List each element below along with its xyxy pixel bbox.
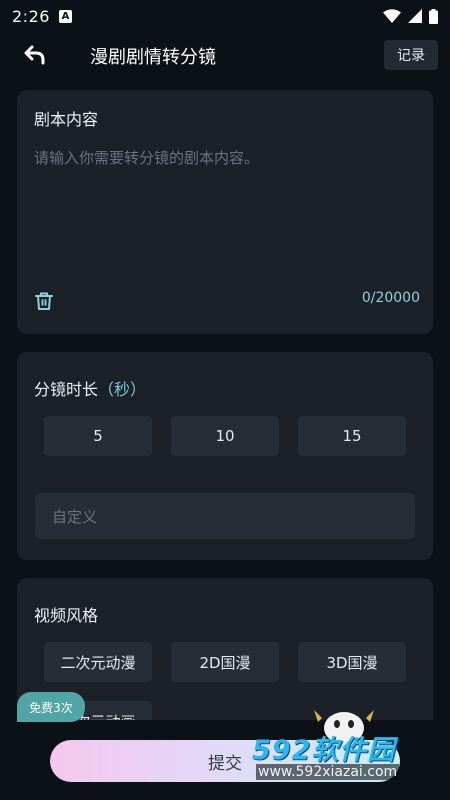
duration-card: 分镜时长（秒） 5 10 15 自定义 <box>17 352 433 560</box>
clear-button[interactable] <box>34 291 54 311</box>
char-count: 0/20000 <box>361 290 420 306</box>
duration-option-5[interactable]: 5 <box>44 416 152 456</box>
wifi-icon <box>383 9 401 23</box>
duration-option-10[interactable]: 10 <box>171 416 279 456</box>
script-title: 剧本内容 <box>34 110 99 129</box>
battery-icon <box>429 8 438 24</box>
watermark-brand: 592软件园 <box>252 735 396 766</box>
status-bar: 2:26 A <box>0 0 450 32</box>
notification-icon: A <box>58 9 72 23</box>
script-input[interactable]: 请输入你需要转分镜的剧本内容。 <box>34 147 414 168</box>
duration-unit: （秒） <box>98 380 147 399</box>
style-option-2d-guoman[interactable]: 2D国漫 <box>171 642 279 682</box>
duration-option-15[interactable]: 15 <box>298 416 406 456</box>
status-icons <box>383 8 438 24</box>
app-header: 漫剧剧情转分镜 记录 <box>0 32 450 78</box>
trash-icon <box>35 292 53 310</box>
page-title: 漫剧剧情转分镜 <box>90 47 216 68</box>
style-title: 视频风格 <box>34 606 99 625</box>
style-option-anime[interactable]: 二次元动漫 <box>44 642 152 682</box>
custom-duration-input[interactable]: 自定义 <box>35 493 415 539</box>
back-button[interactable] <box>22 42 48 68</box>
signal-icon <box>408 9 422 23</box>
watermark-url: www.592xiazai.com <box>256 764 400 780</box>
status-time: 2:26 <box>12 6 50 26</box>
back-arrow-icon <box>24 45 45 65</box>
watermark: 592软件园 www.592xiazai.com <box>252 728 448 788</box>
style-option-3d-guoman[interactable]: 3D国漫 <box>298 642 406 682</box>
duration-title-text: 分镜时长 <box>34 380 99 399</box>
script-card: 剧本内容 请输入你需要转分镜的剧本内容。 0/20000 <box>17 90 433 334</box>
free-uses-badge: 免费3次 <box>17 692 85 722</box>
duration-title: 分镜时长（秒） <box>34 376 146 400</box>
record-button[interactable]: 记录 <box>384 40 438 70</box>
